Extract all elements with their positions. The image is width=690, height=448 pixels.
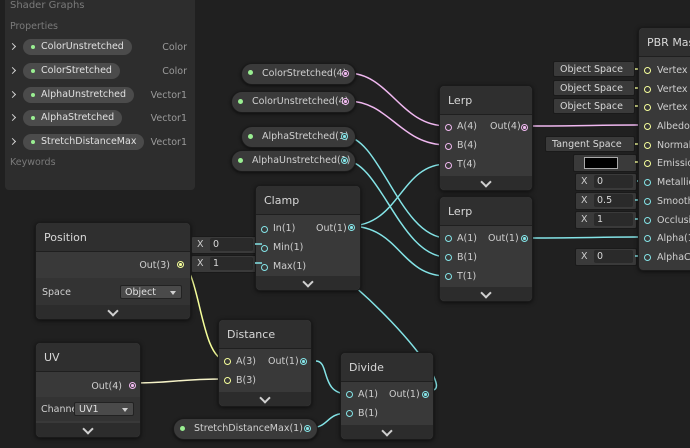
input-port-label: AlphaCli [657, 252, 690, 263]
input-port[interactable] [644, 104, 651, 111]
input-port[interactable] [644, 123, 651, 130]
input-port[interactable] [644, 254, 651, 261]
input-port[interactable] [644, 142, 651, 149]
pbr-master-node[interactable]: PBR Maste Vertex P Vertex N Vertex T Alb… [638, 27, 690, 271]
input-port[interactable] [644, 235, 651, 242]
input-port[interactable] [644, 179, 651, 186]
input-port[interactable] [644, 86, 651, 93]
input-port-label: Vertex P [657, 65, 690, 76]
input-port-label: Albedo(3 [657, 121, 690, 132]
node-title: PBR Maste [647, 36, 690, 49]
input-port[interactable] [644, 160, 651, 167]
input-port-label: Vertex N [657, 84, 690, 95]
input-port-label: Emissio [657, 158, 690, 169]
input-port-label: Occlusio [657, 215, 690, 226]
node-header[interactable]: PBR Maste [639, 28, 690, 57]
input-port-label: Alpha(1) [657, 233, 690, 244]
input-port[interactable] [644, 217, 651, 224]
input-port[interactable] [644, 198, 651, 205]
input-port-label: Vertex T [657, 102, 690, 113]
input-port-label: Smoothn [657, 196, 690, 207]
input-port[interactable] [644, 67, 651, 74]
inline-field-connectors [255, 68, 646, 264]
input-port-label: Metallic [657, 177, 690, 188]
input-port-label: Normal( [657, 140, 690, 151]
